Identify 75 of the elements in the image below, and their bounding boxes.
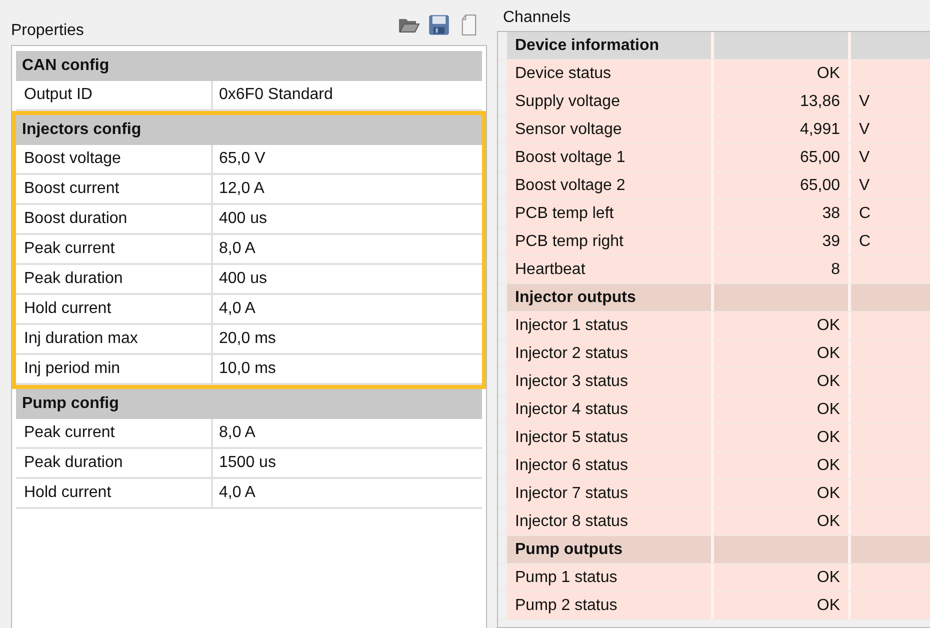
- channel-unit: V: [851, 88, 930, 115]
- channel-name: Device status: [507, 60, 714, 87]
- property-value[interactable]: 1500 us: [213, 449, 482, 477]
- channel-value: OK: [714, 564, 851, 591]
- save-icon[interactable]: [428, 14, 450, 36]
- property-name: Peak duration: [16, 449, 213, 477]
- channel-unit: C: [851, 200, 930, 227]
- channel-value: 8: [714, 256, 851, 283]
- channel-value: OK: [714, 592, 851, 619]
- channel-value: OK: [714, 396, 851, 423]
- property-value[interactable]: 65,0 V: [213, 145, 482, 173]
- channel-name: PCB temp right: [507, 228, 714, 255]
- property-value[interactable]: 8,0 A: [213, 235, 482, 263]
- property-name: Hold current: [16, 479, 213, 507]
- property-name: Inj period min: [16, 355, 213, 383]
- channel-value: 65,00: [714, 144, 851, 171]
- channel-value: OK: [714, 312, 851, 339]
- property-name: Hold current: [16, 295, 213, 323]
- channel-value: OK: [714, 340, 851, 367]
- property-value[interactable]: 400 us: [213, 265, 482, 293]
- property-value[interactable]: 4,0 A: [213, 479, 482, 507]
- channel-unit: V: [851, 116, 930, 143]
- group-header[interactable]: Injectors config: [16, 115, 482, 145]
- channel-name: Injector 2 status: [507, 340, 714, 367]
- channel-name: Injector 4 status: [507, 396, 714, 423]
- property-name: Inj duration max: [16, 325, 213, 353]
- channel-value: OK: [714, 368, 851, 395]
- panel-title: Properties: [11, 22, 84, 41]
- group-header[interactable]: Pump config: [16, 389, 482, 419]
- channel-value: OK: [714, 60, 851, 87]
- property-name: Peak current: [16, 235, 213, 263]
- channel-name: Injector 5 status: [507, 424, 714, 451]
- channel-value: 13,86: [714, 88, 851, 115]
- channel-name: Injector 8 status: [507, 508, 714, 535]
- property-value[interactable]: 4,0 A: [213, 295, 482, 323]
- property-name: Boost current: [16, 175, 213, 203]
- channel-name: Pump 1 status: [507, 564, 714, 591]
- property-value[interactable]: 400 us: [213, 205, 482, 233]
- property-name: Boost duration: [16, 205, 213, 233]
- channel-value: OK: [714, 480, 851, 507]
- channel-name: Heartbeat: [507, 256, 714, 283]
- property-name: Peak current: [16, 419, 213, 447]
- channel-name: Boost voltage 1: [507, 144, 714, 171]
- channel-unit: V: [851, 172, 930, 199]
- channel-value: OK: [714, 508, 851, 535]
- channel-value: 4,991: [714, 116, 851, 143]
- channel-name: Boost voltage 2: [507, 172, 714, 199]
- section-header: Pump outputs: [507, 536, 714, 563]
- channel-name: Injector 6 status: [507, 452, 714, 479]
- property-value[interactable]: 20,0 ms: [213, 325, 482, 353]
- property-value[interactable]: 12,0 A: [213, 175, 482, 203]
- channel-value: OK: [714, 424, 851, 451]
- property-value[interactable]: 8,0 A: [213, 419, 482, 447]
- property-name: Peak duration: [16, 265, 213, 293]
- channel-name: Supply voltage: [507, 88, 714, 115]
- channel-name: PCB temp left: [507, 200, 714, 227]
- property-value[interactable]: 0x6F0 Standard: [213, 81, 482, 109]
- channel-value: 65,00: [714, 172, 851, 199]
- channel-name: Injector 1 status: [507, 312, 714, 339]
- channel-name: Injector 7 status: [507, 480, 714, 507]
- channel-name: Pump 2 status: [507, 592, 714, 619]
- channel-value: 39: [714, 228, 851, 255]
- property-name: Boost voltage: [16, 145, 213, 173]
- group-header[interactable]: CAN config: [16, 51, 482, 81]
- section-header: Injector outputs: [507, 284, 714, 311]
- channel-value: OK: [714, 452, 851, 479]
- property-name: Output ID: [16, 81, 213, 109]
- panel-title: Channels: [502, 8, 572, 28]
- channel-name: Sensor voltage: [507, 116, 714, 143]
- channel-value: 38: [714, 200, 851, 227]
- channel-name: Injector 3 status: [507, 368, 714, 395]
- channel-unit: C: [851, 228, 930, 255]
- channel-unit: V: [851, 144, 930, 171]
- property-value[interactable]: 10,0 ms: [213, 355, 482, 383]
- section-header: Device information: [507, 32, 714, 59]
